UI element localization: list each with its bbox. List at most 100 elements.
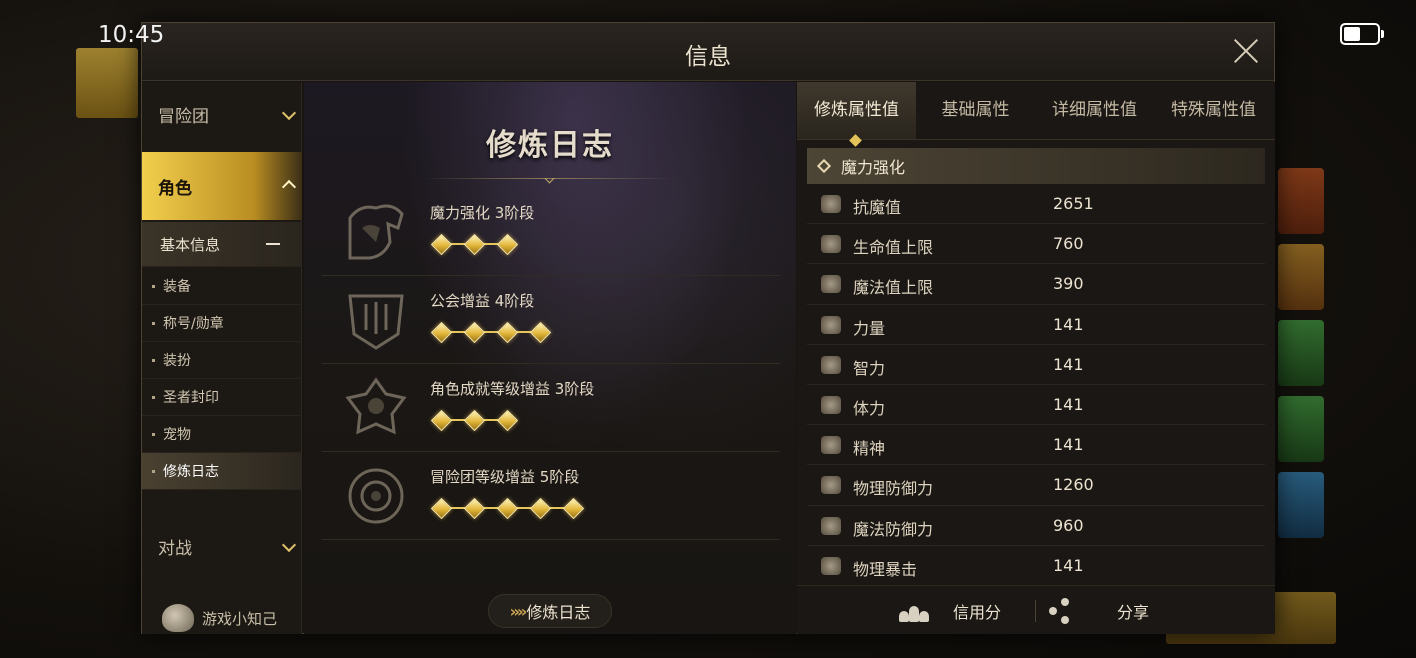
bullet-icon xyxy=(152,358,155,362)
attribute-tabs: 修炼属性值 基础属性 详细属性值 特殊属性值 xyxy=(797,82,1275,140)
status-time: 10:45 xyxy=(98,22,165,48)
table-row: 精神 141 xyxy=(807,425,1265,466)
stat-name: 智力 xyxy=(853,358,886,378)
stat-name: 精神 xyxy=(853,439,886,459)
heart-icon xyxy=(821,235,841,254)
nav-group-label: 对战 xyxy=(158,538,192,559)
stat-value: 141 xyxy=(1053,354,1084,374)
list-item: 魔力强化 3阶段 xyxy=(322,188,780,276)
nav-group-adventure-team[interactable]: 冒险团 xyxy=(142,82,302,146)
tab-training-attributes[interactable]: 修炼属性值 xyxy=(797,82,916,139)
double-arrow-icon: »» xyxy=(509,601,528,621)
magic-defense-icon xyxy=(821,516,841,535)
background-tab xyxy=(76,48,138,118)
nav-sub-label: 修炼日志 xyxy=(163,464,219,480)
table-row: 魔法值上限 390 xyxy=(807,264,1265,305)
nav-sub-equipment[interactable]: 装备 xyxy=(142,268,302,305)
share-label: 分享 xyxy=(1117,603,1150,622)
nav-group-label: 角色 xyxy=(158,178,192,199)
bullet-icon xyxy=(152,321,155,325)
stat-value: 2651 xyxy=(1053,194,1094,213)
share-icon xyxy=(1047,598,1073,624)
stage-diamond-icon xyxy=(430,497,453,519)
stat-value: 141 xyxy=(1053,394,1084,414)
nav-sub-label: 基本信息 xyxy=(160,235,221,254)
info-modal: 信息 冒险团 角色 基本信息 装备 称号/勋章 装扮 圣者封印 宠物 修炼日志 … xyxy=(141,22,1275,634)
stage-indicator xyxy=(430,408,519,432)
nav-sub-costume[interactable]: 装扮 xyxy=(142,342,302,379)
stage-diamond-icon xyxy=(529,321,552,343)
entry-label: 冒险团等级增益 5阶段 xyxy=(430,468,580,486)
table-row: 力量 141 xyxy=(807,305,1265,345)
background-skill-icons xyxy=(1278,168,1324,548)
table-row: 体力 141 xyxy=(807,385,1265,426)
section-header: 魔力强化 xyxy=(807,148,1265,184)
screen: 10:45 信息 冒险团 角色 基本信息 装备 称号/勋章 装扮 圣者封印 宠物… xyxy=(0,0,1416,658)
battery-icon xyxy=(1340,23,1384,45)
nav-sub-basic-info[interactable]: 基本信息 xyxy=(142,222,302,267)
stat-name: 生命值上限 xyxy=(853,238,934,258)
strength-icon xyxy=(821,315,841,334)
nav-sub-titles[interactable]: 称号/勋章 xyxy=(142,305,302,342)
tab-special-attributes[interactable]: 特殊属性值 xyxy=(1154,82,1273,139)
stat-value: 760 xyxy=(1053,234,1084,254)
bullet-icon xyxy=(152,469,155,473)
credit-score-label: 信用分 xyxy=(953,603,1002,622)
stat-value: 390 xyxy=(1053,274,1084,294)
table-row: 魔法防御力 960 xyxy=(807,506,1265,546)
stat-list[interactable]: 抗魔值 2651 生命值上限 760 魔法值上限 390 力量 141 智力 141 体力… xyxy=(807,184,1265,584)
achievement-emblem-icon xyxy=(345,377,407,435)
adventure-team-emblem-icon xyxy=(348,468,404,524)
stage-diamond-icon xyxy=(463,409,486,431)
diamond-icon xyxy=(816,158,832,174)
nav-sub-pet[interactable]: 宠物 xyxy=(142,416,302,453)
stat-name: 物理暴击 xyxy=(853,559,918,579)
credit-score-button[interactable]: 信用分 xyxy=(899,596,1001,626)
stage-indicator xyxy=(430,232,519,256)
stat-value: 141 xyxy=(1053,555,1084,575)
nav-sub-label: 装扮 xyxy=(163,353,191,369)
mascot-icon xyxy=(162,604,194,632)
nav-sub-label: 装备 xyxy=(163,279,191,295)
stage-diamond-icon xyxy=(496,321,519,343)
nav-group-character[interactable]: 角色 xyxy=(142,152,302,220)
list-item: 公会增益 4阶段 xyxy=(322,276,780,364)
nav-sub-label: 宠物 xyxy=(163,427,191,443)
stat-value: 960 xyxy=(1053,515,1084,535)
bullet-icon xyxy=(152,395,155,399)
tab-base-attributes[interactable]: 基础属性 xyxy=(916,82,1035,139)
chevron-up-icon xyxy=(281,179,297,195)
heart-outline-icon xyxy=(821,275,841,294)
stage-diamond-icon xyxy=(463,233,486,255)
stat-value: 141 xyxy=(1053,314,1084,334)
modal-header: 信息 xyxy=(142,23,1274,81)
footer-divider xyxy=(1035,600,1036,622)
left-nav: 冒险团 角色 基本信息 装备 称号/勋章 装扮 圣者封印 宠物 修炼日志 对战 … xyxy=(142,82,302,634)
stage-diamond-icon xyxy=(529,497,552,519)
stage-diamond-icon xyxy=(496,497,519,519)
table-row: 物理暴击 141 xyxy=(807,546,1265,584)
share-button[interactable]: 分享 xyxy=(1047,596,1149,626)
stage-diamond-icon xyxy=(496,409,519,431)
bullet-icon xyxy=(152,284,155,288)
chevron-down-icon xyxy=(281,537,297,553)
section-title: 魔力强化 xyxy=(841,158,906,177)
training-log-list: 魔力强化 3阶段 公会增益 4阶段 角色成就等级增益 3阶段 冒险团等级增益 5… xyxy=(322,188,780,540)
shield-icon xyxy=(821,476,841,495)
attributes-footer: 信用分 分享 xyxy=(797,585,1275,634)
tab-detailed-attributes[interactable]: 详细属性值 xyxy=(1035,82,1154,139)
training-log-panel: 修炼日志 魔力强化 3阶段 公会增益 4阶段 角色成就等级增益 3阶段 冒险团等… xyxy=(304,82,796,634)
modal-title: 信息 xyxy=(685,44,731,70)
dragon-emblem-icon xyxy=(348,204,404,260)
table-row: 物理防御力 1260 xyxy=(807,465,1265,506)
close-icon[interactable] xyxy=(1228,33,1264,69)
nav-sub-label: 称号/勋章 xyxy=(163,316,224,332)
training-log-button[interactable]: »» 修炼日志 xyxy=(488,594,612,628)
nav-sub-training-log[interactable]: 修炼日志 xyxy=(142,453,302,490)
game-assistant-label: 游戏小知己 xyxy=(202,609,278,628)
nav-sub-saint-seal[interactable]: 圣者封印 xyxy=(142,379,302,416)
stat-value: 141 xyxy=(1053,435,1084,455)
nav-group-battle[interactable]: 对战 xyxy=(142,514,302,578)
training-log-title: 修炼日志 xyxy=(486,128,614,163)
game-assistant[interactable]: 游戏小知己 xyxy=(142,602,302,634)
